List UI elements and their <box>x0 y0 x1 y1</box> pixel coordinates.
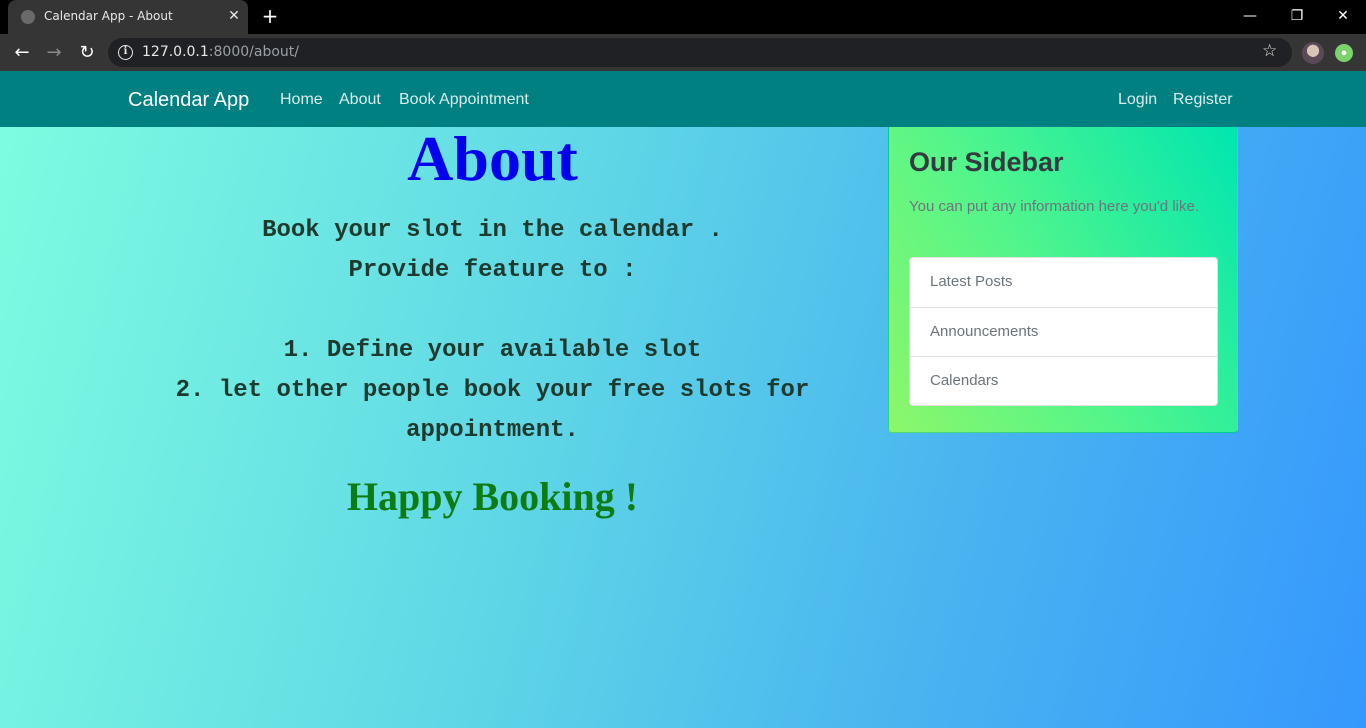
sidebar-item-announcements[interactable]: Announcements <box>910 307 1217 356</box>
nav-link-login[interactable]: Login <box>1118 91 1157 109</box>
sidebar-item-calendars[interactable]: Calendars <box>910 356 1217 405</box>
sidebar-list: Latest Posts Announcements Calendars <box>909 257 1218 406</box>
description-line: Book your slot in the calendar . <box>262 217 723 244</box>
description-line: appointment. <box>406 417 579 444</box>
extension-icon[interactable]: ● <box>1335 44 1353 62</box>
address-bar[interactable]: i 127.0.0.1:8000/about/ ☆ <box>108 38 1292 67</box>
minimize-icon[interactable]: — <box>1240 6 1260 26</box>
new-tab-button[interactable]: + <box>260 6 280 26</box>
site-navbar: Calendar App Home About Book Appointment… <box>0 71 1366 127</box>
restore-icon[interactable]: ❐ <box>1287 6 1307 26</box>
description-line: 1. Define your available slot <box>283 337 702 364</box>
sidebar-text: You can put any information here you'd l… <box>909 198 1199 215</box>
description-line: 2. let other people book your free slots… <box>175 377 810 404</box>
bookmark-star-icon[interactable]: ☆ <box>1262 41 1277 61</box>
close-tab-icon[interactable]: ✕ <box>226 8 242 24</box>
navbar-brand[interactable]: Calendar App <box>128 89 249 112</box>
nav-link-about[interactable]: About <box>339 91 381 109</box>
nav-link-register[interactable]: Register <box>1173 91 1233 109</box>
tab-title: Calendar App - About <box>44 9 173 23</box>
url-text[interactable]: 127.0.0.1:8000/about/ <box>142 44 299 60</box>
forward-icon[interactable]: → <box>43 42 65 64</box>
sidebar-item-latest-posts[interactable]: Latest Posts <box>910 258 1217 307</box>
browser-tab[interactable]: Calendar App - About ✕ <box>8 0 248 34</box>
profile-avatar[interactable] <box>1302 42 1324 64</box>
info-icon[interactable]: i <box>118 45 133 60</box>
browser-toolbar: ← → ↻ i 127.0.0.1:8000/about/ ☆ ● <box>0 34 1366 71</box>
description-line <box>120 291 865 331</box>
nav-link-home[interactable]: Home <box>280 91 323 109</box>
closing-message: Happy Booking ! <box>346 474 639 519</box>
description-line: Provide feature to : <box>348 257 637 284</box>
nav-link-book-appointment[interactable]: Book Appointment <box>399 91 529 109</box>
reload-icon[interactable]: ↻ <box>76 42 98 64</box>
close-window-icon[interactable]: ✕ <box>1333 6 1353 26</box>
globe-icon <box>21 10 35 24</box>
page-title: About <box>407 123 578 194</box>
sidebar: Our Sidebar You can put any information … <box>888 127 1238 433</box>
description: Book your slot in the calendar . Provide… <box>120 211 865 451</box>
page-content: Calendar App Home About Book Appointment… <box>0 71 1366 728</box>
sidebar-title: Our Sidebar <box>909 147 1064 177</box>
browser-tab-bar: Calendar App - About ✕ + — ❐ ✕ <box>0 0 1366 34</box>
back-icon[interactable]: ← <box>11 42 33 64</box>
